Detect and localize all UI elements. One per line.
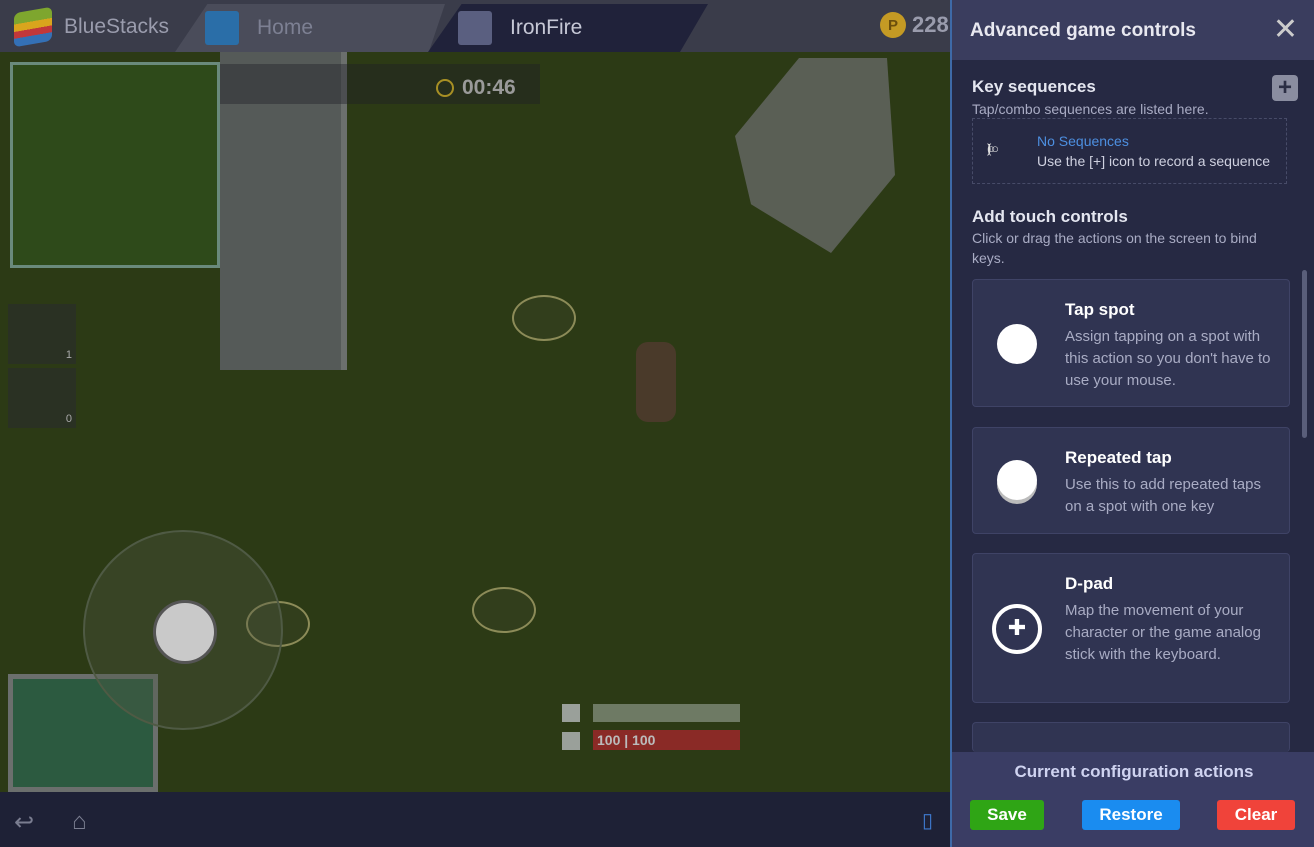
circle-icon [997,324,1037,364]
sequence-list: (!)○○ No Sequences Use the [+] icon to r… [972,118,1287,184]
joystick[interactable] [83,530,283,730]
bluestacks-brand: BlueStacks [14,6,170,48]
config-actions: Current configuration actions Save Resto… [952,752,1314,847]
joystick-knob[interactable] [153,600,217,664]
panel-title: Advanced game controls [970,20,1196,41]
control-desc: Assign tapping on a spot with this actio… [1065,328,1271,389]
control-title: D-pad [1065,574,1114,593]
coin-icon: P [880,12,906,38]
match-timer: 00:46 [436,76,516,100]
shield-icon [562,704,580,722]
restore-button[interactable]: Restore [1082,800,1180,830]
item-count: 0 [65,413,72,425]
tab-label: Home [257,16,314,39]
add-sequence-button[interactable]: + [1272,75,1298,101]
touch-controls-heading: Add touch controls [972,207,1128,226]
home-icon [205,11,239,45]
control-desc: Use this to add repeated taps on a spot … [1065,476,1261,515]
ironfire-app-icon [458,11,492,45]
control-repeated-tap[interactable]: Repeated tap Use this to add repeated ta… [972,427,1290,534]
dpad-icon: ✚ [992,604,1042,654]
inventory-slot-bandage[interactable]: 1 [8,304,76,364]
close-icon[interactable]: ✕ [1273,12,1298,47]
bluestacks-logo [14,6,52,48]
game-viewport[interactable]: 00:46 1 0 100 | 100 [0,52,950,792]
save-button[interactable]: Save [970,800,1044,830]
back-icon[interactable]: ↩ [14,808,34,837]
touch-controls-subtitle: Click or drag the actions on the screen … [972,230,1257,266]
stacked-circle-icon [997,460,1037,500]
title-bar: BlueStacks Home IronFire P 228 [0,0,950,52]
health-plus-icon [562,732,580,750]
no-sequences-label: No Sequences [1037,133,1129,149]
control-tap-spot[interactable]: Tap spot Assign tapping on a spot with t… [972,279,1290,407]
inventory-slot-backpack[interactable]: 0 [8,368,76,428]
clock-icon [436,79,454,97]
config-actions-heading: Current configuration actions [1014,762,1254,781]
clear-button[interactable]: Clear [1217,800,1295,830]
health-value: 100 | 100 [597,732,656,748]
panel-scrollbar[interactable] [1302,270,1307,438]
phone-icon[interactable]: ▯ [922,808,933,833]
no-sequences-hint: Use the [+] icon to record a sequence [1037,153,1271,169]
home-nav-icon[interactable]: ⌂ [72,808,87,836]
android-nav-bar: ↩ ⌂ ▯ [0,792,950,847]
advanced-controls-panel: Advanced game controls ✕ Key sequences Ta… [950,0,1314,847]
control-desc: Map the movement of your character or th… [1065,602,1261,663]
key-sequences-heading: Key sequences [972,77,1096,96]
item-count: 1 [65,349,72,361]
coin-count: 228 [912,12,949,37]
control-title: Repeated tap [1065,448,1172,467]
coin-balance[interactable]: P 228 [880,12,949,38]
key-sequences-subtitle: Tap/combo sequences are listed here. [972,101,1209,117]
control-dpad[interactable]: ✚ D-pad Map the movement of your charact… [972,553,1290,703]
rock-area [735,58,895,253]
tab-home[interactable]: Home [175,4,445,52]
control-title: Tap spot [1065,300,1135,319]
item-pickup[interactable] [472,587,536,633]
panel-header: Advanced game controls ✕ [952,0,1314,60]
player-character [636,342,676,422]
weapon-pickup[interactable] [512,295,576,341]
timer-value: 00:46 [462,76,516,99]
control-card-partial[interactable] [972,722,1290,752]
armor-bar [593,704,740,722]
tab-ironfire[interactable]: IronFire [428,4,708,52]
tab-label: IronFire [510,16,583,39]
health-bar: 100 | 100 [593,730,740,750]
minimap[interactable] [10,62,220,268]
sequence-icon: (!)○○ [987,141,999,156]
app-name: BlueStacks [64,15,170,38]
